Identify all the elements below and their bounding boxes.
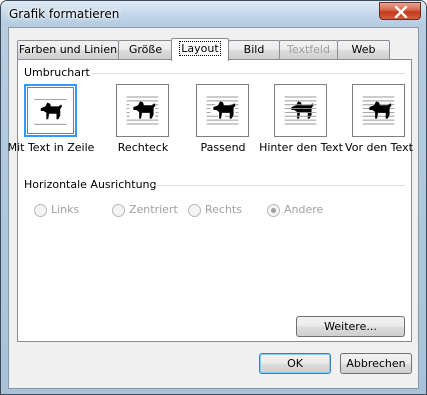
radio-label: Andere xyxy=(284,203,324,216)
tab-label: Layout xyxy=(179,41,221,56)
wrap-option-label: Mit Text in Zeile xyxy=(7,141,95,154)
tab-label: Größe xyxy=(128,43,163,56)
wrap-option-tight[interactable]: Passend xyxy=(188,84,258,164)
tab-label: Bild xyxy=(243,43,265,56)
group-divider xyxy=(92,73,405,74)
alignment-radio-group: Links Zentriert Rechts Andere xyxy=(18,203,411,219)
tab-web[interactable]: Web xyxy=(337,40,390,59)
tab-label: Textfeld xyxy=(287,43,330,56)
inline-with-text-icon xyxy=(34,98,67,125)
close-button[interactable] xyxy=(379,2,421,20)
tab-layout[interactable]: Layout xyxy=(171,38,229,61)
tab-strip: Farben und Linien Größe Layout Bild Text… xyxy=(17,38,412,61)
wrap-option-box[interactable] xyxy=(24,84,77,137)
radio-circle xyxy=(188,204,201,217)
radio-dot xyxy=(271,208,276,213)
title-bar: Grafik formatieren xyxy=(1,1,426,27)
ok-button[interactable]: OK xyxy=(259,353,331,374)
wrap-option-box[interactable] xyxy=(352,84,405,137)
radio-circle xyxy=(34,204,47,217)
wrap-option-label: Vor den Text xyxy=(345,141,413,154)
wrap-option-label: Hinter den Text xyxy=(259,141,343,154)
wrap-option-behind-text[interactable]: Hinter den Text xyxy=(259,84,343,164)
radio-circle xyxy=(112,204,125,217)
cancel-button[interactable]: Abbrechen xyxy=(340,353,412,374)
tight-wrap-icon xyxy=(206,96,239,125)
tab-text-box: Textfeld xyxy=(279,40,338,59)
layout-tab-panel: Umbruchart Mit Text in Zeile Rechteck Pa… xyxy=(8,59,414,342)
wrap-option-box[interactable] xyxy=(116,84,169,137)
wrap-option-inline[interactable]: Mit Text in Zeile xyxy=(8,84,94,164)
radio-circle xyxy=(267,204,280,217)
more-button[interactable]: Weitere... xyxy=(296,316,405,337)
radio-label: Zentriert xyxy=(129,203,178,216)
tab-colors-and-lines[interactable]: Farben und Linien xyxy=(17,40,119,59)
radio-label: Links xyxy=(51,203,80,216)
alignment-group-label: Horizontale Ausrichtung xyxy=(24,178,157,191)
wrap-option-label: Passend xyxy=(200,141,246,154)
square-wrap-icon xyxy=(126,96,159,125)
group-divider xyxy=(154,185,405,186)
tab-size[interactable]: Größe xyxy=(118,40,173,59)
wrapping-group-label: Umbruchart xyxy=(24,66,90,79)
wrap-option-label: Rechteck xyxy=(117,141,169,154)
in-front-of-text-icon xyxy=(362,96,395,125)
dialog-client-area: Farben und Linien Größe Layout Bild Text… xyxy=(8,27,419,389)
wrap-option-box[interactable] xyxy=(274,84,327,137)
wrap-option-in-front-of-text[interactable]: Vor den Text xyxy=(344,84,414,164)
radio-label: Rechts xyxy=(205,203,242,216)
tab-picture[interactable]: Bild xyxy=(228,40,280,59)
close-icon xyxy=(394,6,408,18)
wrap-option-box[interactable] xyxy=(196,84,249,137)
dialog-title: Grafik formatieren xyxy=(9,7,120,21)
behind-text-icon xyxy=(284,96,317,125)
tab-label: Web xyxy=(351,43,376,56)
wrap-option-square[interactable]: Rechteck xyxy=(108,84,178,164)
format-picture-dialog: Grafik formatieren Farben und Linien Grö… xyxy=(0,0,427,395)
tab-label: Farben und Linien xyxy=(18,43,118,56)
